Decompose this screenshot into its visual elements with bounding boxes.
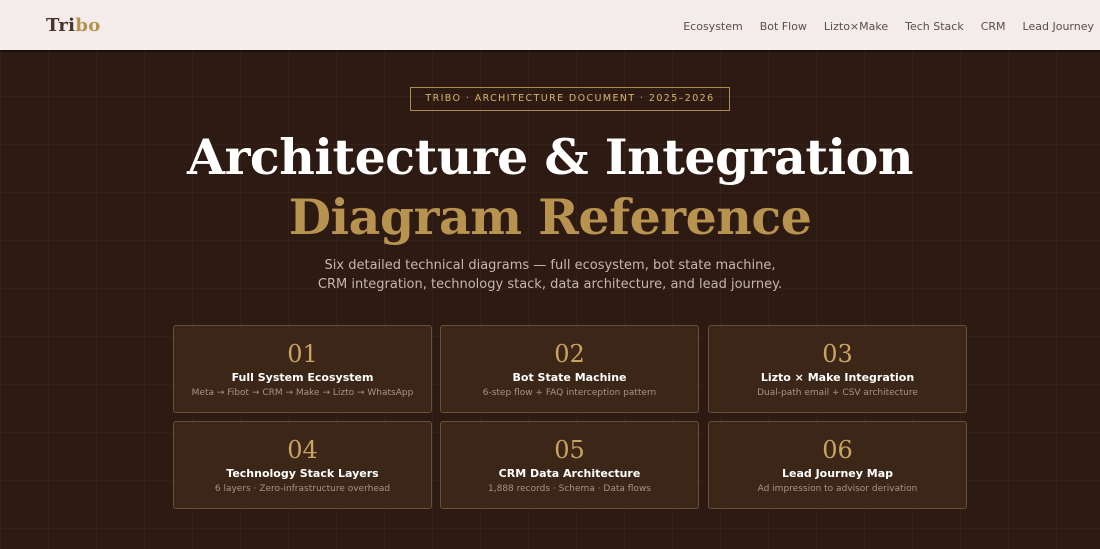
navbar: Tribo Ecosystem Bot Flow Lizto×Make Tech… <box>0 0 1100 52</box>
page-title-line1: Architecture & Integration <box>187 128 913 186</box>
nav-link-crm[interactable]: CRM <box>981 20 1006 33</box>
card-number: 03 <box>822 340 853 368</box>
nav-menu: Ecosystem Bot Flow Lizto×Make Tech Stack… <box>683 20 1094 33</box>
card-number: 05 <box>554 436 585 464</box>
document-badge: TRIBO · ARCHITECTURE DOCUMENT · 2025–202… <box>410 87 730 111</box>
diagram-card-crm-data[interactable]: 05 CRM Data Architecture 1,888 records ·… <box>440 421 699 509</box>
diagram-card-ecosystem[interactable]: 01 Full System Ecosystem Meta → Fibot → … <box>173 325 432 413</box>
card-title: Technology Stack Layers <box>226 467 379 480</box>
logo-part1: Tri <box>46 15 76 36</box>
diagram-card-lizto-make[interactable]: 03 Lizto × Make Integration Dual-path em… <box>708 325 967 413</box>
nav-link-ecosystem[interactable]: Ecosystem <box>683 20 743 33</box>
nav-link-lizto-make[interactable]: Lizto×Make <box>824 20 888 33</box>
card-description: Meta → Fibot → CRM → Make → Lizto → What… <box>191 388 414 398</box>
card-description: Ad impression to advisor derivation <box>757 484 918 494</box>
card-description: 1,888 records · Schema · Data flows <box>488 484 651 494</box>
card-number: 06 <box>822 436 853 464</box>
card-title: Lizto × Make Integration <box>760 371 915 384</box>
card-title: Bot State Machine <box>512 371 627 384</box>
card-description: 6-step flow + FAQ interception pattern <box>482 388 657 398</box>
logo[interactable]: Tribo <box>46 15 101 36</box>
nav-link-tech-stack[interactable]: Tech Stack <box>905 20 964 33</box>
card-title: Full System Ecosystem <box>231 371 374 384</box>
card-description: Dual-path email + CSV architecture <box>757 388 918 398</box>
diagram-card-lead-journey[interactable]: 06 Lead Journey Map Ad impression to adv… <box>708 421 967 509</box>
page-subtitle: Six detailed technical diagrams — full e… <box>317 258 783 292</box>
card-number: 02 <box>554 340 585 368</box>
card-description: 6 layers · Zero-infrastructure overhead <box>214 484 391 494</box>
card-number: 01 <box>287 340 318 368</box>
diagram-card-bot-state-machine[interactable]: 02 Bot State Machine 6-step flow + FAQ i… <box>440 325 699 413</box>
logo-part2: bo <box>75 15 101 36</box>
nav-link-bot-flow[interactable]: Bot Flow <box>760 20 807 33</box>
diagram-card-tech-stack[interactable]: 04 Technology Stack Layers 6 layers · Ze… <box>173 421 432 509</box>
nav-link-lead-journey[interactable]: Lead Journey <box>1023 20 1094 33</box>
card-title: CRM Data Architecture <box>498 467 641 480</box>
card-title: Lead Journey Map <box>781 467 894 480</box>
card-number: 04 <box>287 436 318 464</box>
page-title-line2: Diagram Reference <box>288 188 812 246</box>
